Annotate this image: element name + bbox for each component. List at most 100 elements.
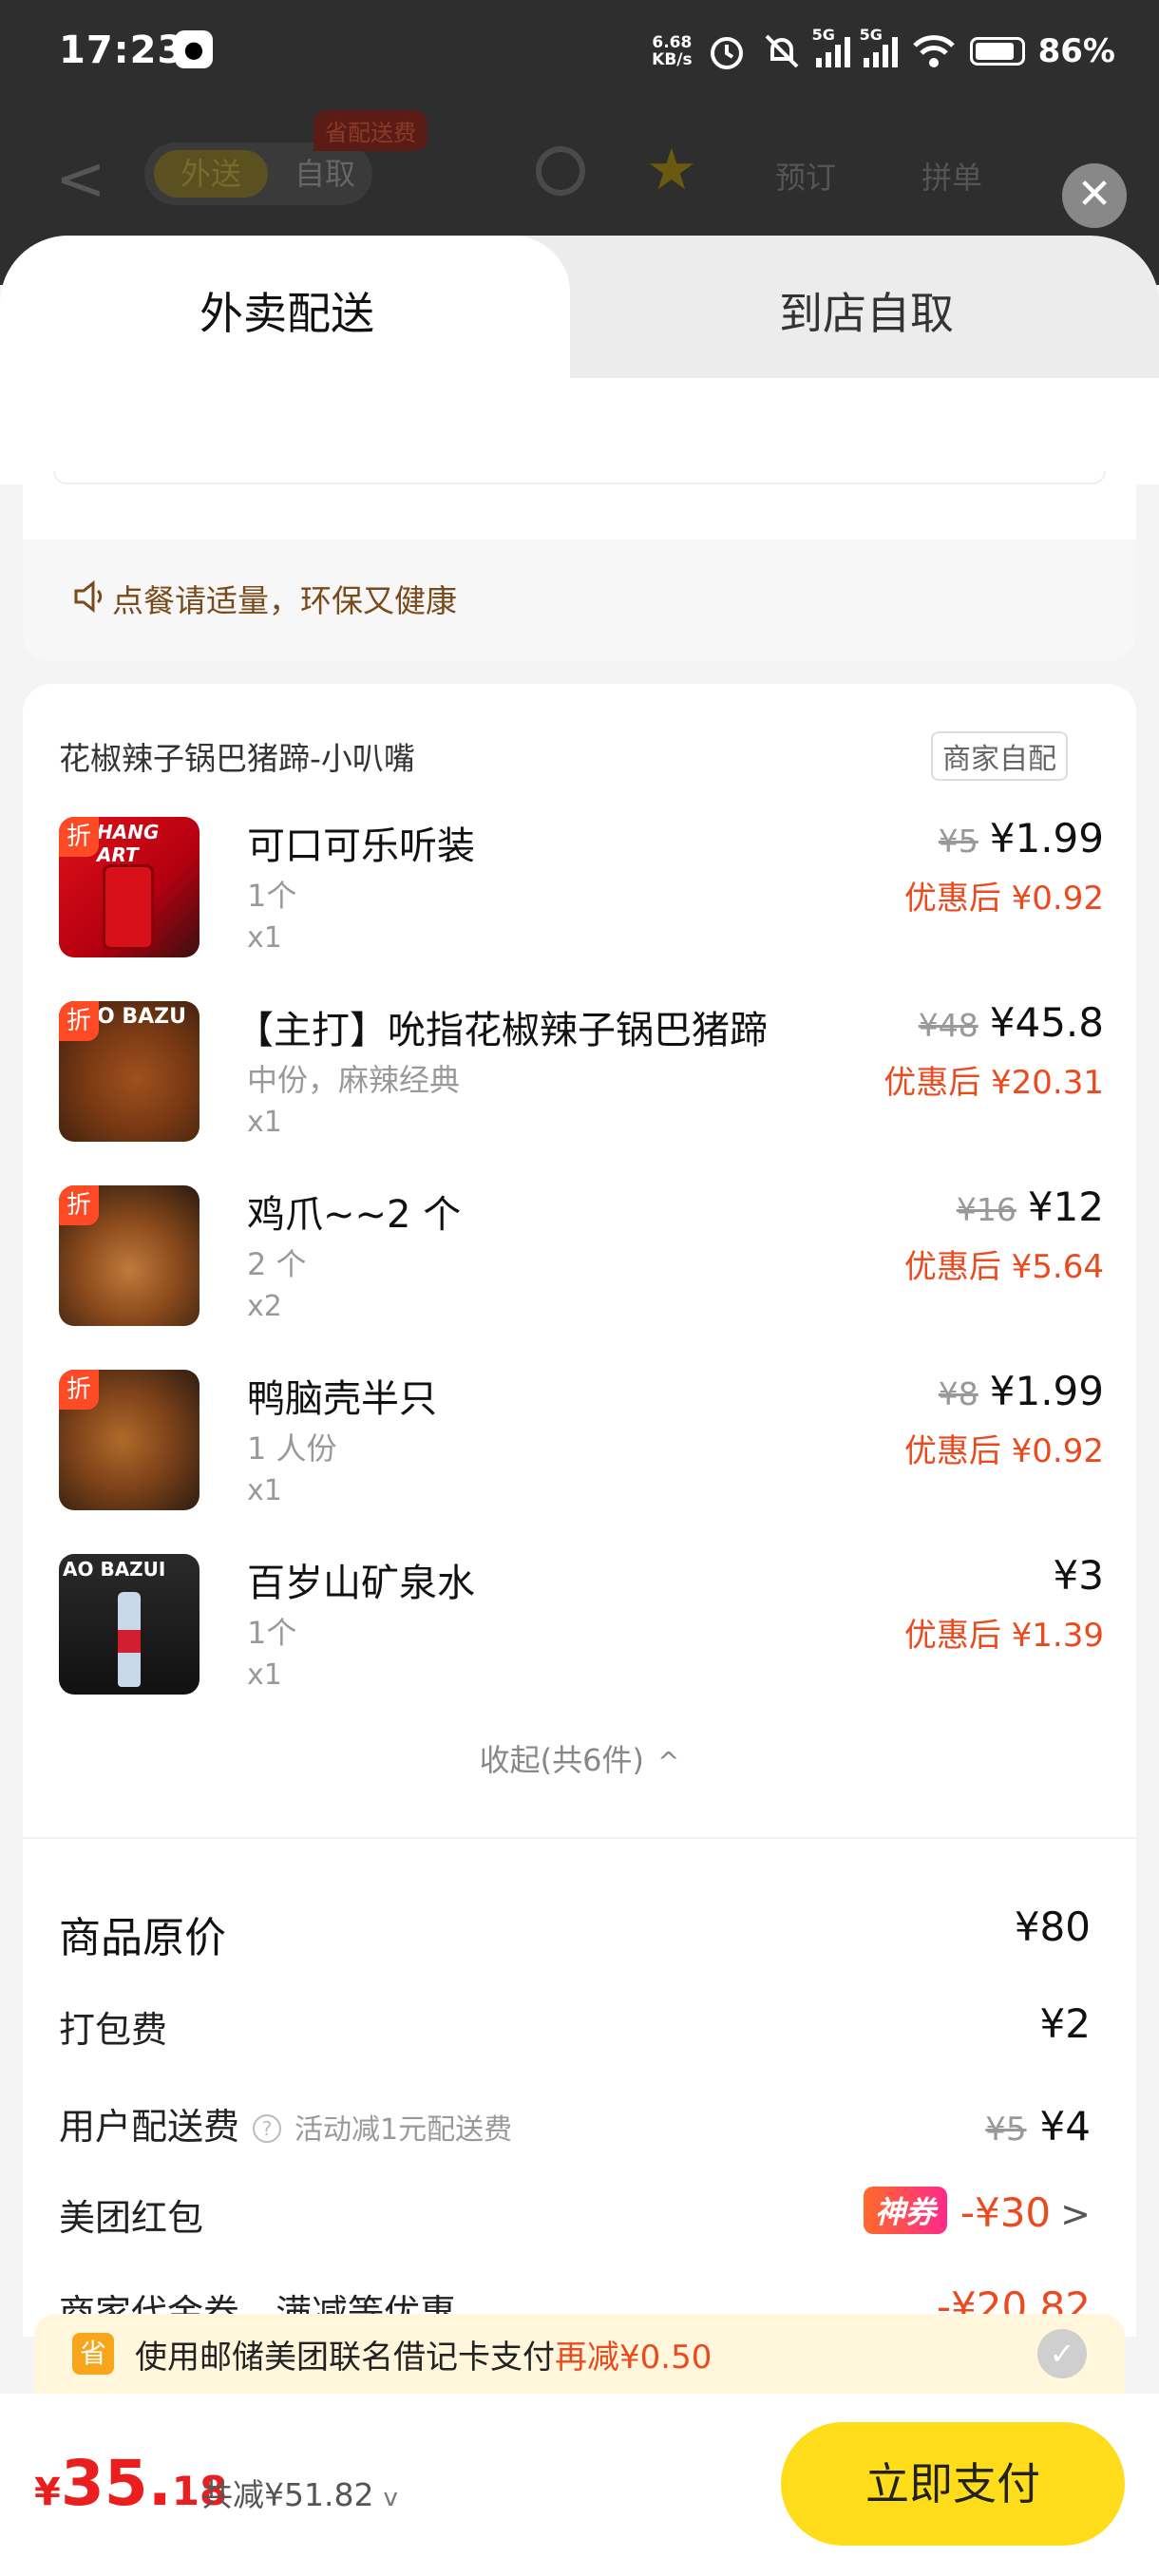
network-speed: 6.68 KB/s — [652, 33, 693, 69]
total-saved[interactable]: 共减¥51.82 v — [201, 2470, 398, 2515]
toggle-delivery[interactable]: 外送 — [154, 150, 268, 198]
delivery-fee-label: 用户配送费 — [59, 2106, 240, 2148]
eco-notice-text: 点餐请适量，环保又健康 — [112, 582, 457, 619]
delivery-fee-value-group: ¥5 ¥4 — [985, 2103, 1091, 2150]
item-image-watermark: HANG ART — [97, 821, 160, 866]
list-item[interactable]: 折 鸡爪~~2 个 2 个 x2 ¥16 ¥12 优惠后 ¥5.64 — [59, 1184, 1104, 1337]
eco-notice-card: 点餐请适量，环保又健康 — [23, 484, 1136, 661]
promo-text: 使用邮储美团联名借记卡支付再减¥0.50 — [135, 2331, 712, 2377]
item-name: 可口可乐听装 — [247, 824, 475, 868]
list-item[interactable]: 折 鸭脑壳半只 1 人份 x1 ¥8 ¥1.99 优惠后 ¥0.92 — [59, 1368, 1104, 1522]
item-image: AO BAZUI — [59, 1554, 200, 1695]
fulfillment-tabs: 外卖配送 到店自取 — [0, 236, 1159, 378]
total-currency: ¥ — [34, 2471, 61, 2514]
discount-tag: 折 — [59, 1001, 99, 1041]
item-qty: x1 — [247, 1658, 282, 1692]
promo-main-text: 使用邮储美团联名借记卡支付 — [135, 2339, 555, 2377]
battery-percent: 86% — [1037, 32, 1115, 70]
item-image: HANG ART 折 — [59, 817, 200, 957]
item-qty: x2 — [247, 1290, 282, 1323]
item-discounted-price: 优惠后 ¥0.92 — [903, 1432, 1104, 1470]
discount-tag: 折 — [59, 817, 99, 857]
item-original-price: ¥8 — [938, 1375, 978, 1412]
chevron-right-icon: > — [1060, 2193, 1091, 2235]
goods-original-label: 商品原价 — [59, 1914, 226, 1962]
delivery-pickup-toggle[interactable]: 外送 自取 — [144, 142, 372, 205]
close-sheet-button[interactable]: ✕ — [1062, 163, 1127, 228]
item-discounted-price: 优惠后 ¥0.92 — [903, 880, 1104, 918]
group-order-link[interactable]: 拼单 — [922, 154, 982, 198]
order-items-card: 花椒辣子锅巴猪蹄-小叭嘴 商家自配 HANG ART 折 可口可乐听装 1个 x… — [23, 684, 1136, 1843]
packing-fee-label: 打包费 — [59, 2009, 168, 2051]
total-integer: 35. — [60, 2447, 172, 2520]
item-image-watermark: AO BAZUI — [63, 1558, 166, 1581]
water-bottle-graphic — [118, 1592, 141, 1687]
list-item[interactable]: O BAZU 折 【主打】吮指花椒辣子锅巴猪蹄 中份，麻辣经典 x1 ¥48 ¥4… — [59, 999, 1104, 1153]
item-price: ¥3 — [1054, 1552, 1104, 1599]
list-item[interactable]: AO BAZUI 百岁山矿泉水 1个 x1 ¥3 优惠后 ¥1.39 — [59, 1552, 1104, 1706]
item-name: 鸡爪~~2 个 — [247, 1193, 462, 1237]
goods-original-value: ¥80 — [1014, 1904, 1091, 1950]
store-nav-bar-dimmed: < 外送 自取 省配送费 ★ 预订 拼单 — [0, 110, 1159, 228]
reserve-link[interactable]: 预订 — [775, 154, 836, 198]
goods-original-row: 商品原价 ¥80 — [59, 1904, 1091, 1970]
item-current-price: ¥1.99 — [989, 815, 1104, 862]
back-arrow-icon[interactable]: < — [55, 144, 106, 215]
help-question-icon[interactable]: ? — [253, 2114, 282, 2143]
packing-fee-value: ¥2 — [1039, 2000, 1091, 2047]
status-time: 17:23 — [59, 28, 185, 72]
favorite-star-icon[interactable]: ★ — [646, 137, 697, 203]
item-spec: 1个 — [247, 878, 297, 914]
item-discounted-price: 优惠后 ¥20.31 — [884, 1064, 1104, 1102]
address-area-blurred — [0, 378, 1159, 484]
fee-breakdown-card: 商品原价 ¥80 打包费 ¥2 用户配送费? 活动减1元配送费 ¥5 ¥4 美团红包… — [23, 1843, 1136, 2337]
total-price: ¥35.18 — [34, 2447, 227, 2520]
save-icon: 省 — [72, 2333, 114, 2375]
alarm-icon — [710, 37, 743, 69]
delivery-fee-row: 用户配送费? 活动减1元配送费 ¥5 ¥4 — [59, 2097, 1091, 2164]
item-image: O BAZU 折 — [59, 1001, 200, 1142]
item-name: 【主打】吮指花椒辣子锅巴猪蹄 — [236, 1009, 768, 1052]
red-packet-value: -¥30 — [960, 2189, 1052, 2236]
item-discounted-price: 优惠后 ¥1.39 — [903, 1617, 1104, 1655]
item-price: ¥5 ¥1.99 — [939, 815, 1104, 862]
item-qty: x1 — [247, 921, 282, 955]
qq-notification-icon: ● — [175, 30, 213, 68]
item-discounted-price: 优惠后 ¥5.64 — [903, 1248, 1104, 1286]
item-current-price: ¥12 — [1027, 1184, 1104, 1230]
red-packet-value-group[interactable]: 神券 -¥30 > — [863, 2187, 1091, 2236]
item-spec: 1 人份 — [247, 1430, 337, 1467]
status-bar: 17:23 ● 6.68 KB/s 5G 5G 86% — [0, 0, 1159, 104]
collapse-items-button[interactable]: 收起(共6件) ^ — [23, 1736, 1136, 1780]
item-spec: 1个 — [247, 1615, 297, 1651]
item-current-price: ¥1.99 — [989, 1368, 1104, 1414]
coke-can-graphic — [103, 864, 154, 950]
list-item[interactable]: HANG ART 折 可口可乐听装 1个 x1 ¥5 ¥1.99 优惠后 ¥0.9… — [59, 815, 1104, 969]
speaker-icon — [74, 579, 103, 614]
signal-5g-icon-2: 5G — [860, 26, 898, 67]
delivery-fee-original: ¥5 — [985, 2111, 1027, 2149]
item-image: 折 — [59, 1370, 200, 1510]
red-packet-label: 美团红包 — [59, 2197, 204, 2239]
pay-now-button[interactable]: 立即支付 — [781, 2422, 1125, 2546]
discount-tag: 折 — [59, 1185, 99, 1225]
item-name: 百岁山矿泉水 — [247, 1562, 475, 1605]
self-delivery-tag: 商家自配 — [931, 731, 1068, 781]
red-packet-row[interactable]: 美团红包 神券 -¥30 > — [59, 2187, 1091, 2255]
item-image-watermark: O BAZU — [97, 1005, 186, 1029]
item-qty: x1 — [247, 1474, 282, 1507]
item-original-price: ¥5 — [938, 823, 978, 860]
tab-delivery[interactable]: 外卖配送 — [200, 279, 374, 342]
delivery-fee-hint: 活动减1元配送费 — [294, 2113, 513, 2147]
toggle-pickup[interactable]: 自取 — [277, 150, 372, 198]
promo-checkbox[interactable]: ✓ — [1037, 2329, 1087, 2378]
collapse-label: 收起(共6件) — [479, 1742, 644, 1778]
packing-fee-row: 打包费 ¥2 — [59, 2000, 1091, 2067]
item-current-price: ¥3 — [1053, 1552, 1104, 1599]
search-icon[interactable] — [536, 146, 585, 196]
shop-name[interactable]: 花椒辣子锅巴猪蹄-小叭嘴 — [59, 733, 415, 779]
signal-5g-icon-1: 5G — [812, 26, 850, 67]
payment-bar: ¥35.18 共减¥51.82 v 立即支付 — [0, 2394, 1159, 2576]
bank-card-promo-bar[interactable]: 省 使用邮储美团联名借记卡支付再减¥0.50 ✓ — [34, 2314, 1125, 2394]
tab-pickup[interactable]: 到店自取 — [779, 279, 954, 342]
